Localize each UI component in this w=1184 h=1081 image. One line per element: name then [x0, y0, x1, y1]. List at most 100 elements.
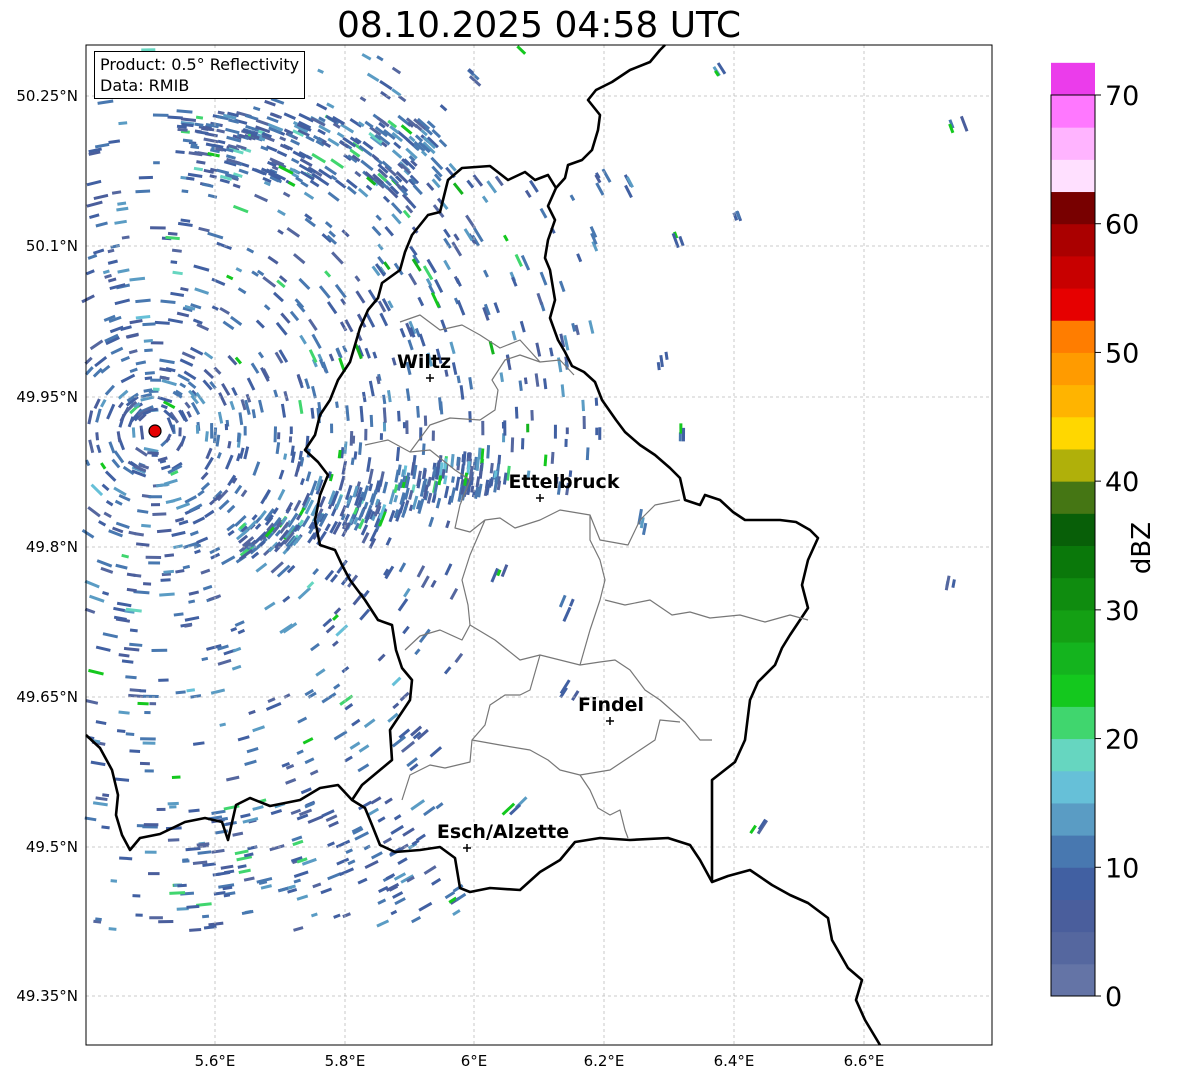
echo-cell	[289, 426, 293, 435]
echo-cell	[283, 112, 296, 120]
echo-cell	[285, 778, 297, 785]
echo-cell	[483, 269, 489, 278]
echo-cell	[519, 320, 526, 333]
echo-cell	[89, 594, 105, 603]
echo-cell	[204, 509, 215, 519]
echo-cell	[535, 342, 542, 357]
echo-cell	[539, 207, 548, 219]
echo-cell	[394, 897, 406, 906]
echo-cell	[549, 347, 554, 357]
echo-cell	[129, 642, 143, 647]
echo-cell	[153, 161, 160, 165]
echo-cell	[128, 349, 138, 355]
echo-cell	[514, 406, 519, 419]
colorbar-tick-label: 10	[1105, 853, 1139, 884]
echo-cell	[225, 454, 234, 470]
echo-cell	[116, 431, 122, 443]
echo-cell	[288, 436, 293, 443]
radar-site-marker	[148, 424, 162, 438]
echo-cell	[298, 277, 311, 291]
echo-cell	[85, 699, 99, 705]
echo-cell	[468, 377, 474, 390]
echo-cell	[189, 927, 202, 932]
echo-cell	[304, 378, 311, 390]
echo-cell	[92, 367, 103, 378]
echo-cell	[345, 848, 353, 854]
echo-cell	[309, 769, 319, 776]
echo-cell	[187, 381, 197, 390]
echo-cell	[368, 483, 374, 492]
gridlines	[86, 45, 992, 1045]
echo-cell	[150, 378, 162, 382]
echo-cell	[299, 334, 307, 345]
echo-cell	[601, 168, 612, 183]
echo-cell	[283, 693, 291, 699]
echo-cell	[179, 382, 187, 389]
echo-cell	[679, 423, 683, 434]
echo-cell	[324, 523, 331, 532]
echo-cell	[382, 407, 387, 423]
echo-cell	[195, 115, 204, 120]
echo-cell	[397, 857, 408, 866]
echo-cell	[375, 214, 382, 222]
echo-cell	[237, 735, 250, 742]
echo-cell	[409, 245, 418, 257]
echo-cell	[202, 182, 214, 188]
echo-cell	[258, 399, 264, 413]
echo-cell	[251, 409, 257, 419]
echo-cell	[171, 775, 181, 779]
echo-cell	[246, 746, 259, 754]
echo-cell	[431, 877, 442, 886]
echo-cell	[95, 408, 102, 423]
echo-cell	[354, 275, 361, 282]
echo-cell	[81, 294, 95, 304]
echo-cell	[247, 845, 258, 851]
echo-cell	[361, 53, 372, 61]
echo-cell	[217, 658, 232, 666]
echo-cell	[400, 740, 416, 753]
colorbar-segment	[1051, 481, 1095, 514]
echo-cell	[393, 814, 402, 821]
echo-cell	[459, 385, 465, 400]
echo-cell	[454, 652, 464, 664]
echo-cell	[553, 424, 557, 439]
echo-cell	[310, 407, 315, 419]
echo-cell	[293, 499, 302, 512]
echo-cell	[534, 373, 540, 387]
echo-cell	[196, 130, 209, 136]
echo-cell	[428, 516, 435, 528]
echo-cell	[287, 180, 296, 188]
echo-cell	[117, 268, 130, 274]
echo-cell	[344, 755, 353, 763]
echo-cell	[326, 301, 338, 315]
echo-cell	[295, 176, 304, 183]
colorbar-segment	[1051, 320, 1095, 353]
echo-cell	[368, 380, 375, 397]
echo-cell	[158, 919, 174, 924]
echo-cell	[227, 354, 238, 366]
echo-cell	[240, 813, 251, 819]
echo-cell	[189, 503, 203, 513]
echo-cell	[129, 276, 146, 282]
echo-cell	[171, 248, 182, 253]
echo-cell	[142, 741, 156, 745]
echo-cell	[520, 438, 525, 450]
echo-cell	[351, 435, 356, 444]
echo-cell	[529, 179, 539, 193]
echo-cell	[403, 587, 411, 598]
echo-cell	[360, 159, 374, 172]
colorbar-segment	[1051, 191, 1095, 225]
echo-cell	[84, 579, 100, 589]
echo-cell	[358, 744, 370, 753]
echo-cell	[330, 423, 334, 434]
city-wiltz: Wiltz	[397, 351, 451, 382]
lon-tick-label: 6.4°E	[714, 1052, 755, 1070]
echo-cell	[275, 321, 288, 336]
echo-cell	[411, 915, 422, 924]
echo-cell	[167, 231, 178, 236]
colorbar-segment	[1051, 513, 1095, 546]
echo-cell	[200, 481, 211, 491]
echo-cell	[93, 398, 101, 410]
colorbar-segment	[1051, 931, 1095, 965]
echo-cell	[129, 688, 141, 693]
